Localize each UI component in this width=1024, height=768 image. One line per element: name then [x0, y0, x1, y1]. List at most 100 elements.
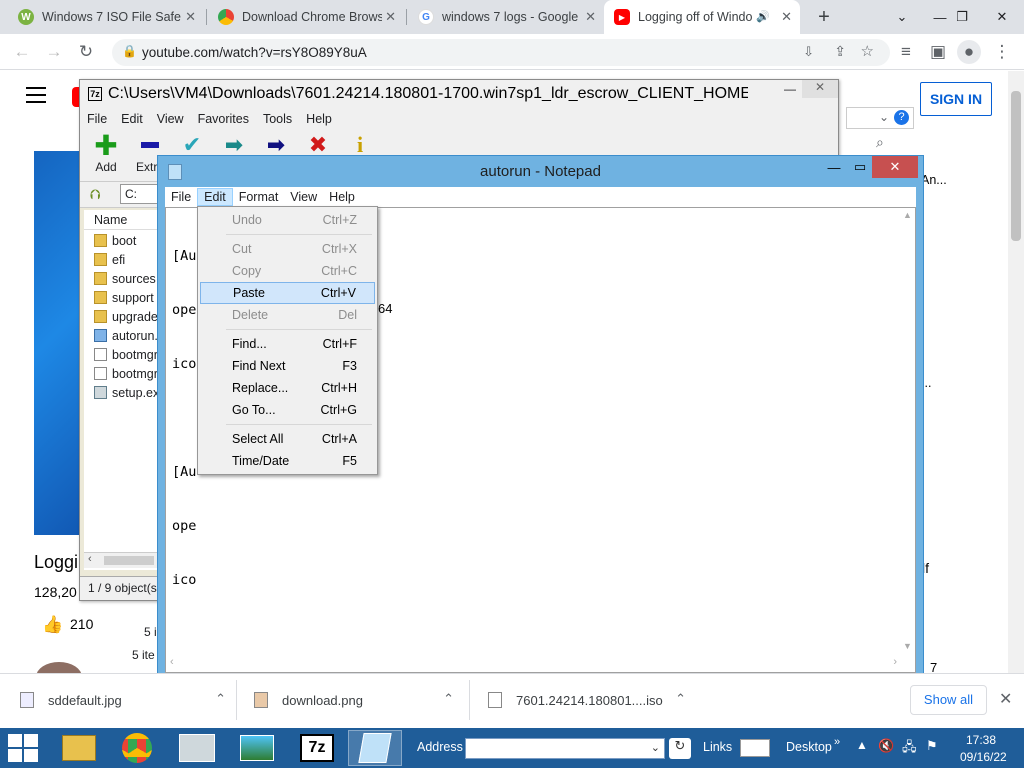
- taskbar-photos[interactable]: [230, 730, 284, 766]
- close-tab-icon[interactable]: ✕: [781, 9, 792, 25]
- install-icon[interactable]: ⇩: [803, 44, 814, 60]
- new-tab-button[interactable]: +: [812, 5, 836, 29]
- show-all-button[interactable]: Show all: [910, 685, 987, 715]
- menu-item-find[interactable]: Find... Ctrl+F: [200, 333, 375, 355]
- path-field[interactable]: C:: [120, 184, 160, 204]
- thumbs-up-icon[interactable]: 👍: [42, 615, 63, 635]
- menu-format[interactable]: Format: [233, 187, 285, 207]
- up-folder-icon[interactable]: ⮉: [90, 186, 101, 203]
- file-row[interactable]: upgrade: [84, 307, 158, 326]
- window-title-bar[interactable]: 7z C:\Users\VM4\Downloads\7601.24214.180…: [80, 80, 838, 108]
- clock-date[interactable]: 09/16/22: [960, 750, 1007, 764]
- taskbar-address-input[interactable]: ⌄: [465, 738, 665, 759]
- chevron-down-icon[interactable]: ⌄: [651, 741, 660, 754]
- taskbar-7zip[interactable]: 7z: [290, 730, 344, 766]
- file-row[interactable]: setup.exe: [84, 383, 158, 402]
- file-row[interactable]: boot: [84, 231, 158, 250]
- tab-windows7-iso[interactable]: W Windows 7 ISO File Safe f ✕: [8, 0, 204, 34]
- close-window-icon[interactable]: ✕: [980, 0, 1024, 34]
- download-item[interactable]: 7601.24214.180801....iso ⌃: [488, 673, 686, 727]
- maximize-icon[interactable]: ▭: [846, 156, 874, 178]
- reload-icon[interactable]: ↻: [74, 40, 98, 64]
- help-icon[interactable]: ?: [894, 110, 909, 125]
- minimize-icon[interactable]: —: [820, 156, 848, 178]
- taskbar-chrome[interactable]: [110, 730, 164, 766]
- vertical-scrollbar[interactable]: ▲ ▼: [899, 208, 915, 653]
- network-icon[interactable]: 🖧: [902, 738, 917, 760]
- menu-edit[interactable]: Edit: [114, 112, 150, 126]
- menu-view[interactable]: View: [284, 187, 323, 207]
- menu-file[interactable]: File: [80, 112, 114, 126]
- media-control-icon[interactable]: ≡: [894, 40, 918, 64]
- horizontal-scrollbar[interactable]: ‹ ›: [166, 654, 901, 672]
- chevron-up-icon[interactable]: ⌃: [675, 691, 686, 707]
- back-arrow-icon[interactable]: ←: [10, 40, 34, 64]
- audio-playing-icon[interactable]: 🔊: [756, 10, 770, 23]
- share-icon[interactable]: ⇪: [834, 43, 846, 60]
- close-tab-icon[interactable]: ✕: [185, 9, 196, 25]
- file-row[interactable]: sources: [84, 269, 158, 288]
- menu-help[interactable]: Help: [323, 187, 361, 207]
- add-button[interactable]: ✚ Add: [84, 130, 128, 182]
- horizontal-scrollbar[interactable]: ‹: [84, 552, 158, 568]
- menu-item-delete[interactable]: Delete Del: [200, 304, 375, 326]
- close-download-bar-icon[interactable]: ✕: [999, 689, 1012, 709]
- go-refresh-icon[interactable]: ↻: [669, 738, 691, 759]
- sign-in-button[interactable]: SIGN IN: [920, 82, 992, 116]
- close-icon[interactable]: ✕: [872, 156, 918, 178]
- menu-tools[interactable]: Tools: [256, 112, 299, 126]
- menu-item-go-to[interactable]: Go To... Ctrl+G: [200, 399, 375, 421]
- taskbar-file-explorer[interactable]: [52, 730, 106, 766]
- close-icon[interactable]: ✕: [802, 80, 838, 98]
- tab-download-chrome[interactable]: Download Chrome Brows ✕: [208, 0, 404, 34]
- more-menu-icon[interactable]: ⋮: [990, 40, 1014, 64]
- chevron-up-icon[interactable]: ⌃: [215, 691, 226, 707]
- column-header-name[interactable]: Name: [84, 210, 158, 230]
- start-button[interactable]: [8, 734, 38, 762]
- bookmark-star-icon[interactable]: ☆: [861, 42, 874, 60]
- side-panel-icon[interactable]: ▣: [926, 40, 950, 64]
- clock-time[interactable]: 17:38: [966, 733, 996, 747]
- chevron-up-icon[interactable]: ⌃: [443, 691, 454, 707]
- menu-item-find-next[interactable]: Find Next F3: [200, 355, 375, 377]
- keyboard-icon[interactable]: [740, 739, 770, 757]
- menu-item-paste[interactable]: Paste Ctrl+V: [200, 282, 375, 304]
- taskbar-monitor-app[interactable]: [170, 730, 224, 766]
- close-tab-icon[interactable]: ✕: [585, 9, 596, 25]
- menu-help[interactable]: Help: [299, 112, 339, 126]
- file-row[interactable]: bootmgr: [84, 345, 158, 364]
- minimize-icon[interactable]: —: [776, 82, 804, 98]
- download-item[interactable]: sddefault.jpg ⌃: [20, 673, 226, 727]
- taskbar-notepad[interactable]: [348, 730, 402, 766]
- menu-item-copy[interactable]: Copy Ctrl+C: [200, 260, 375, 282]
- menu-file[interactable]: File: [165, 187, 197, 207]
- file-row[interactable]: bootmgr: [84, 364, 158, 383]
- file-row[interactable]: support: [84, 288, 158, 307]
- menu-favorites[interactable]: Favorites: [191, 112, 256, 126]
- address-bar[interactable]: 🔒 youtube.com/watch?v=rsY8O89Y8uA ⇩ ⇪ ☆: [112, 39, 890, 66]
- menu-item-time-date[interactable]: Time/Date F5: [200, 450, 375, 472]
- tab-youtube-active[interactable]: ▶ Logging off of Windo 🔊 ✕: [604, 0, 800, 34]
- toolbar-expand-icon[interactable]: »: [834, 736, 840, 748]
- menu-item-undo[interactable]: Undo Ctrl+Z: [200, 209, 375, 231]
- search-icon[interactable]: ⌕: [876, 134, 884, 151]
- action-center-icon[interactable]: ⚑: [926, 738, 938, 754]
- profile-avatar-icon[interactable]: ●: [957, 40, 981, 64]
- menu-item-cut[interactable]: Cut Ctrl+X: [200, 238, 375, 260]
- menu-edit[interactable]: Edit: [197, 188, 233, 206]
- tab-google-search[interactable]: G windows 7 logs - Google ✕: [408, 0, 604, 34]
- restore-icon[interactable]: ❐: [940, 0, 984, 34]
- notepad-title-bar[interactable]: autorun - Notepad: [158, 156, 923, 186]
- forward-arrow-icon[interactable]: →: [42, 40, 66, 64]
- download-item[interactable]: download.png ⌃: [254, 673, 454, 727]
- page-scrollbar[interactable]: [1008, 71, 1024, 673]
- show-hidden-icons-icon[interactable]: ▲: [856, 738, 868, 752]
- file-row[interactable]: autorun.: [84, 326, 158, 345]
- close-tab-icon[interactable]: ✕: [385, 9, 396, 25]
- hamburger-menu-icon[interactable]: [26, 87, 46, 103]
- file-row[interactable]: efi: [84, 250, 158, 269]
- menu-item-replace[interactable]: Replace... Ctrl+H: [200, 377, 375, 399]
- volume-muted-icon[interactable]: 🔇: [878, 738, 894, 754]
- menu-item-select-all[interactable]: Select All Ctrl+A: [200, 428, 375, 450]
- menu-view[interactable]: View: [150, 112, 191, 126]
